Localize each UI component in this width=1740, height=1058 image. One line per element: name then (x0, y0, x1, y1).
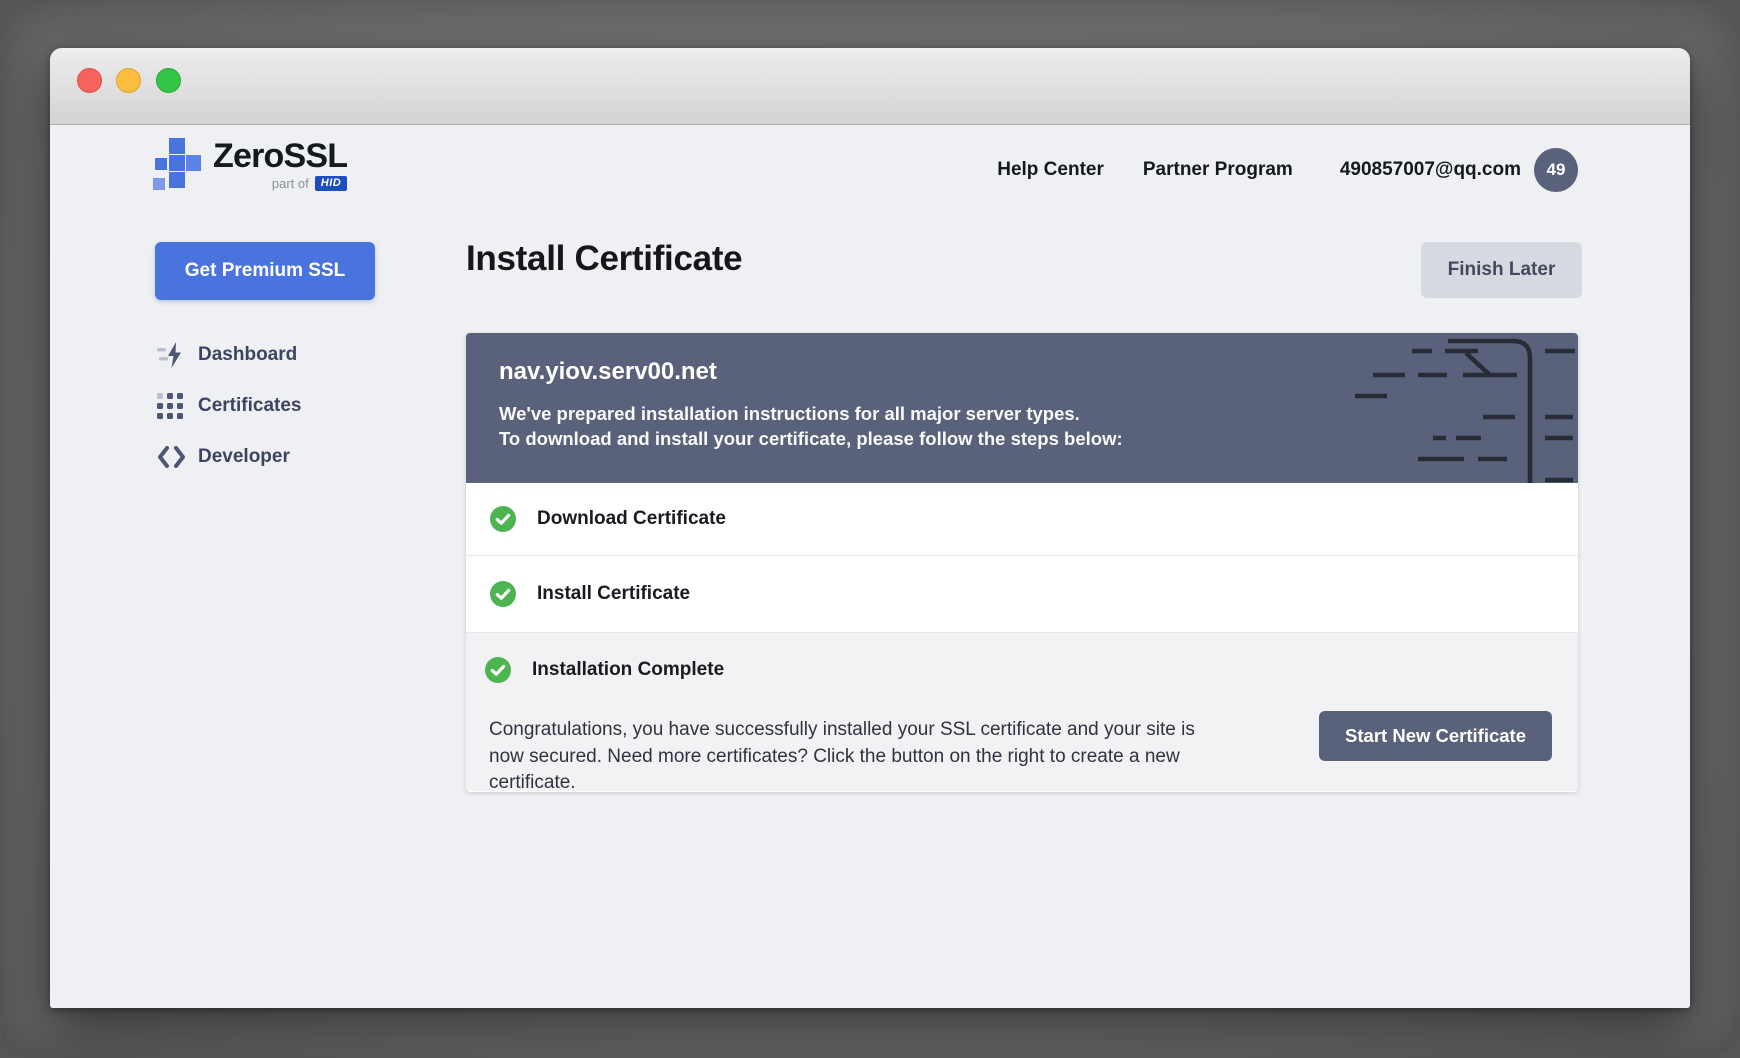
close-window-button[interactable] (77, 68, 102, 93)
certificate-domain: nav.yiov.serv00.net (499, 358, 1578, 386)
lightning-icon (157, 342, 187, 368)
completion-message: Congratulations, you have successfully i… (489, 717, 1199, 792)
intro-line-1: We've prepared installation instructions… (499, 401, 1578, 426)
partner-program-link[interactable]: Partner Program (1143, 159, 1293, 181)
window-titlebar (50, 48, 1690, 125)
step-label: Install Certificate (537, 583, 690, 605)
sidebar-item-label: Certificates (198, 395, 302, 417)
browser-window: ZeroSSL part of HID Help Center Partner … (50, 48, 1690, 1008)
sidebar-item-developer[interactable]: Developer (157, 443, 302, 471)
sidebar-item-dashboard[interactable]: Dashboard (157, 341, 302, 369)
check-icon (490, 581, 516, 607)
card-intro: We've prepared installation instructions… (499, 401, 1578, 451)
zoom-window-button[interactable] (156, 68, 181, 93)
sidebar-item-label: Developer (198, 446, 290, 468)
credits-badge[interactable]: 49 (1534, 148, 1578, 192)
start-new-certificate-button[interactable]: Start New Certificate (1319, 711, 1552, 761)
install-certificate-card: nav.yiov.serv00.net We've prepared insta… (466, 333, 1578, 792)
finish-later-button[interactable]: Finish Later (1421, 242, 1582, 298)
zerossl-app: ZeroSSL part of HID Help Center Partner … (50, 125, 1690, 1008)
logo-text: ZeroSSL part of HID (213, 138, 347, 191)
step-row-install[interactable]: Install Certificate (466, 556, 1578, 633)
brand-name: ZeroSSL (213, 137, 347, 175)
sidebar-item-label: Dashboard (198, 344, 297, 366)
minimize-window-button[interactable] (116, 68, 141, 93)
logo-tagline: part of HID (213, 176, 347, 191)
step-label: Installation Complete (532, 659, 724, 681)
tagline-label: part of (272, 176, 309, 191)
code-icon (157, 444, 187, 470)
step-row-complete: Installation Complete Congratulations, y… (466, 633, 1578, 791)
check-icon (485, 657, 511, 683)
zerossl-logo-icon (153, 138, 201, 191)
check-icon (490, 506, 516, 532)
hid-badge: HID (315, 176, 347, 191)
account-email[interactable]: 490857007@qq.com (1340, 159, 1521, 181)
step-row-download[interactable]: Download Certificate (466, 483, 1578, 556)
intro-line-2: To download and install your certificate… (499, 426, 1578, 451)
sidebar-nav: Dashboard (157, 341, 302, 471)
page-title: Install Certificate (466, 239, 742, 279)
header-nav: Help Center Partner Program 490857007@qq… (997, 125, 1578, 215)
help-center-link[interactable]: Help Center (997, 159, 1104, 181)
sidebar-item-certificates[interactable]: Certificates (157, 392, 302, 420)
get-premium-ssl-button[interactable]: Get Premium SSL (155, 242, 375, 300)
card-header: nav.yiov.serv00.net We've prepared insta… (466, 333, 1578, 483)
final-step-header: Installation Complete (485, 657, 724, 683)
step-label: Download Certificate (537, 508, 726, 530)
desktop-backdrop: ZeroSSL part of HID Help Center Partner … (0, 0, 1740, 1058)
grid-icon (157, 393, 187, 419)
zerossl-logo[interactable]: ZeroSSL part of HID (153, 138, 347, 191)
